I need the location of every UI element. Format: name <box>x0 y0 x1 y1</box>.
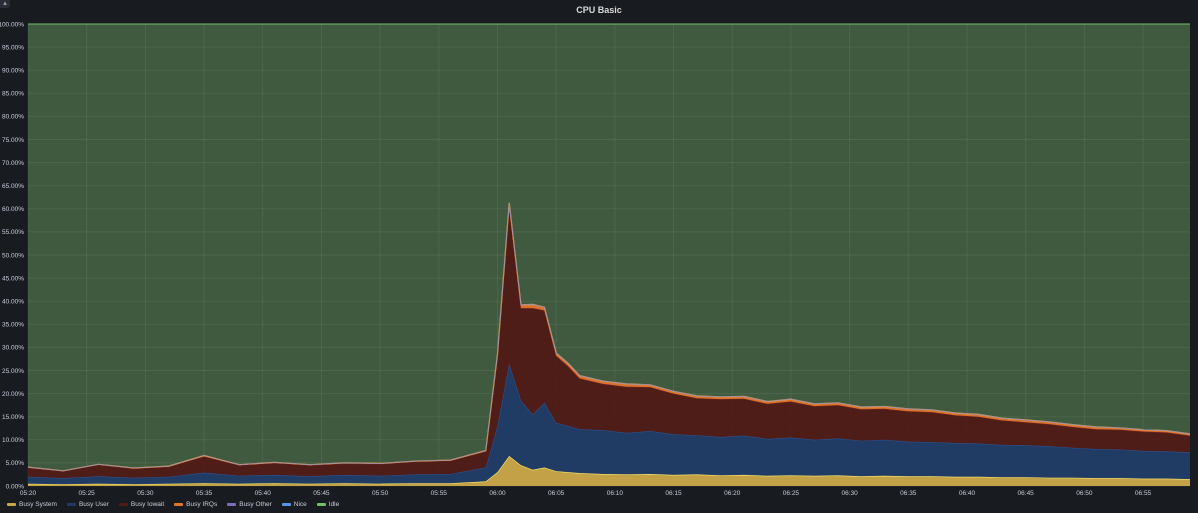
x-tick-label: 05:40 <box>255 490 272 497</box>
chart-legend: Busy System Busy User Busy Iowait Busy IRQs… <box>7 498 339 510</box>
y-tick-label: 30.00% <box>2 345 24 352</box>
legend-item-busy-iowait[interactable]: Busy Iowait <box>118 500 165 508</box>
x-tick-label: 06:20 <box>724 490 741 497</box>
cpu-basic-panel: ▴ CPU Basic 0.00% 5.00% 10.00% 15.00% 20.00%… <box>0 0 1198 513</box>
x-tick-label: 06:05 <box>548 490 565 497</box>
x-tick-label: 06:30 <box>841 490 858 497</box>
legend-label: Busy Iowait <box>130 500 165 508</box>
x-tick-label: 06:25 <box>783 490 800 497</box>
legend-label: Idle <box>328 500 340 508</box>
x-tick-label: 05:25 <box>79 490 96 497</box>
legend-label: Busy System <box>19 500 57 508</box>
y-tick-label: 85.00% <box>2 91 24 98</box>
x-tick-label: 05:30 <box>137 490 154 497</box>
x-tick-label: 05:35 <box>196 490 213 497</box>
x-tick-label: 06:00 <box>489 490 506 497</box>
legend-swatch <box>118 502 128 506</box>
x-tick-label: 05:50 <box>372 490 389 497</box>
y-tick-label: 65.00% <box>2 183 24 190</box>
x-tick-label: 06:55 <box>1135 490 1152 497</box>
y-tick-label: 75.00% <box>2 137 24 144</box>
legend-item-busy-user[interactable]: Busy User <box>66 500 109 508</box>
y-tick-label: 45.00% <box>2 275 24 282</box>
x-tick-label: 05:20 <box>20 490 37 497</box>
y-tick-label: 100.00% <box>0 21 24 28</box>
x-tick-label: 06:10 <box>607 490 624 497</box>
x-tick-label: 05:55 <box>431 490 448 497</box>
legend-swatch <box>227 502 237 506</box>
legend-item-busy-irqs[interactable]: Busy IRQs <box>174 501 217 508</box>
y-tick-label: 15.00% <box>2 414 24 421</box>
legend-label: Busy User <box>78 500 109 508</box>
y-tick-label: 40.00% <box>2 299 24 306</box>
legend-item-busy-other[interactable]: Busy Other <box>227 501 272 508</box>
legend-swatch <box>174 502 184 506</box>
y-tick-label: 55.00% <box>2 229 24 236</box>
y-tick-label: 95.00% <box>2 44 24 51</box>
y-tick-label: 10.00% <box>2 437 24 444</box>
y-tick-label: 5.00% <box>6 460 25 467</box>
legend-swatch <box>316 502 326 506</box>
legend-label: Nice <box>293 500 307 508</box>
x-tick-label: 06:50 <box>1076 490 1093 497</box>
legend-swatch <box>7 502 16 506</box>
y-tick-label: 50.00% <box>2 252 24 259</box>
legend-label: Busy IRQs <box>186 500 218 508</box>
x-tick-label: 06:15 <box>665 490 682 497</box>
y-tick-label: 90.00% <box>2 68 24 75</box>
x-tick-label: 06:35 <box>900 490 917 497</box>
legend-item-idle[interactable]: Idle <box>316 500 340 508</box>
y-tick-label: 60.00% <box>2 206 24 213</box>
x-tick-label: 05:45 <box>313 490 330 497</box>
x-tick-label: 06:40 <box>959 490 976 497</box>
y-tick-label: 35.00% <box>2 322 24 329</box>
x-tick-label: 06:45 <box>1018 490 1035 497</box>
legend-label: Busy Other <box>239 500 272 508</box>
legend-swatch <box>66 502 76 506</box>
y-tick-label: 70.00% <box>2 160 24 167</box>
y-tick-label: 80.00% <box>2 114 24 121</box>
legend-item-nice[interactable]: Nice <box>281 500 307 508</box>
y-tick-label: 25.00% <box>2 368 24 375</box>
legend-swatch <box>281 502 291 506</box>
legend-item-busy-system[interactable]: Busy System <box>7 501 57 508</box>
y-tick-label: 20.00% <box>2 391 24 398</box>
cpu-basic-chart: 0.00%5.00%10.00%15.00%20.00%25.00%30.00%… <box>0 21 1191 497</box>
